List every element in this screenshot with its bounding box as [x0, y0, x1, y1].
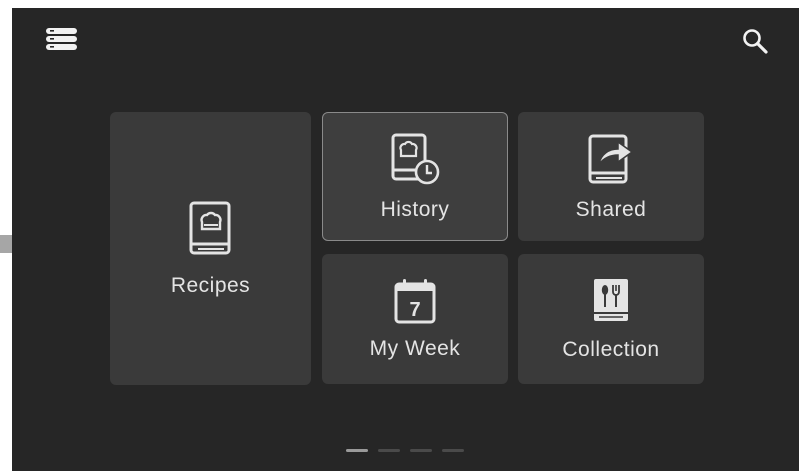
- page-dot-3[interactable]: [410, 449, 432, 452]
- cutlery-book-icon: [594, 279, 628, 321]
- tile-my-week[interactable]: 7 My Week: [322, 254, 508, 384]
- tile-recipes[interactable]: Recipes: [110, 112, 311, 385]
- page-dot-4[interactable]: [442, 449, 464, 452]
- menu-button[interactable]: [45, 25, 79, 55]
- page-indicator: [346, 449, 464, 452]
- menu-icon: [46, 28, 77, 50]
- tile-label: Recipes: [170, 273, 251, 297]
- tile-label: History: [380, 197, 450, 221]
- calendar-7-icon: 7: [394, 279, 436, 324]
- recipe-book-icon: [189, 201, 230, 254]
- page-dot-1[interactable]: [346, 449, 368, 452]
- calendar-day-number: 7: [409, 299, 420, 321]
- tile-collection[interactable]: Collection: [518, 254, 704, 384]
- share-book-icon: [588, 134, 634, 183]
- tile-label: Collection: [562, 338, 660, 361]
- tile-label: Shared: [575, 197, 647, 221]
- search-button[interactable]: [740, 26, 774, 58]
- tile-shared[interactable]: Shared: [518, 112, 704, 241]
- history-book-clock-icon: [391, 133, 440, 184]
- page-dot-2[interactable]: [378, 449, 400, 452]
- tile-label: My Week: [369, 337, 461, 360]
- tile-history[interactable]: History: [322, 112, 508, 241]
- search-icon: [743, 29, 768, 54]
